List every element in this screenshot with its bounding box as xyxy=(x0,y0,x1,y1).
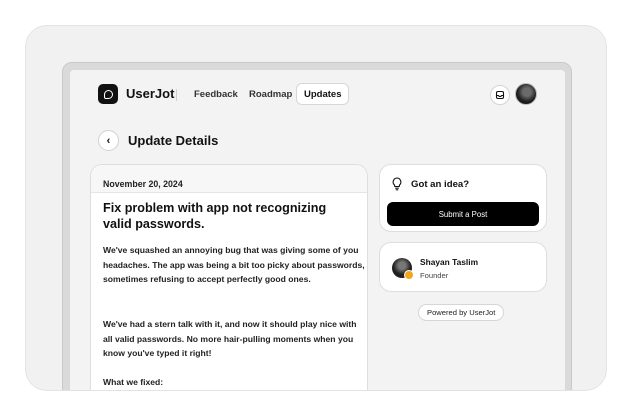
author-card: Shayan Taslim Founder xyxy=(379,242,547,292)
top-nav: UserJot Feedback Roadmap Updates xyxy=(70,70,565,128)
device-bezel: UserJot Feedback Roadmap Updates ‹ Updat… xyxy=(62,62,572,390)
submit-post-button[interactable]: Submit a Post xyxy=(387,202,539,226)
chat-bubble-icon[interactable] xyxy=(98,84,118,104)
update-paragraph: What we fixed: xyxy=(103,377,164,387)
idea-card: Got an idea? Submit a Post xyxy=(379,164,547,232)
nav-updates[interactable]: Updates xyxy=(296,83,350,105)
showcase-frame: UserJot Feedback Roadmap Updates ‹ Updat… xyxy=(25,25,607,391)
update-paragraph: We've squashed an annoying bug that was … xyxy=(103,245,365,284)
inbox-icon[interactable] xyxy=(490,85,510,105)
brand-name[interactable]: UserJot xyxy=(126,86,174,101)
nav-feedback[interactable]: Feedback xyxy=(194,89,238,100)
lightbulb-icon xyxy=(392,177,402,191)
nav-divider xyxy=(176,89,177,101)
update-card: November 20, 2024 Fix problem with app n… xyxy=(90,164,368,390)
powered-by-link[interactable]: Powered by UserJot xyxy=(418,304,505,321)
chevron-left-icon: ‹ xyxy=(106,134,111,147)
date-header: November 20, 2024 xyxy=(91,165,367,193)
page-title: Update Details xyxy=(128,133,219,148)
update-date: November 20, 2024 xyxy=(103,179,183,189)
update-paragraph: We've had a stern talk with it, and now … xyxy=(103,319,357,358)
idea-title: Got an idea? xyxy=(411,179,470,190)
nav-roadmap[interactable]: Roadmap xyxy=(249,89,292,100)
update-title: Fix problem with app not recognizing val… xyxy=(103,201,327,231)
user-avatar[interactable] xyxy=(515,83,537,105)
author-role: Founder xyxy=(420,271,449,280)
author-name: Shayan Taslim xyxy=(420,257,479,267)
app-screen: UserJot Feedback Roadmap Updates ‹ Updat… xyxy=(70,70,565,390)
back-button[interactable]: ‹ xyxy=(98,130,119,151)
founder-badge-icon xyxy=(404,270,414,280)
